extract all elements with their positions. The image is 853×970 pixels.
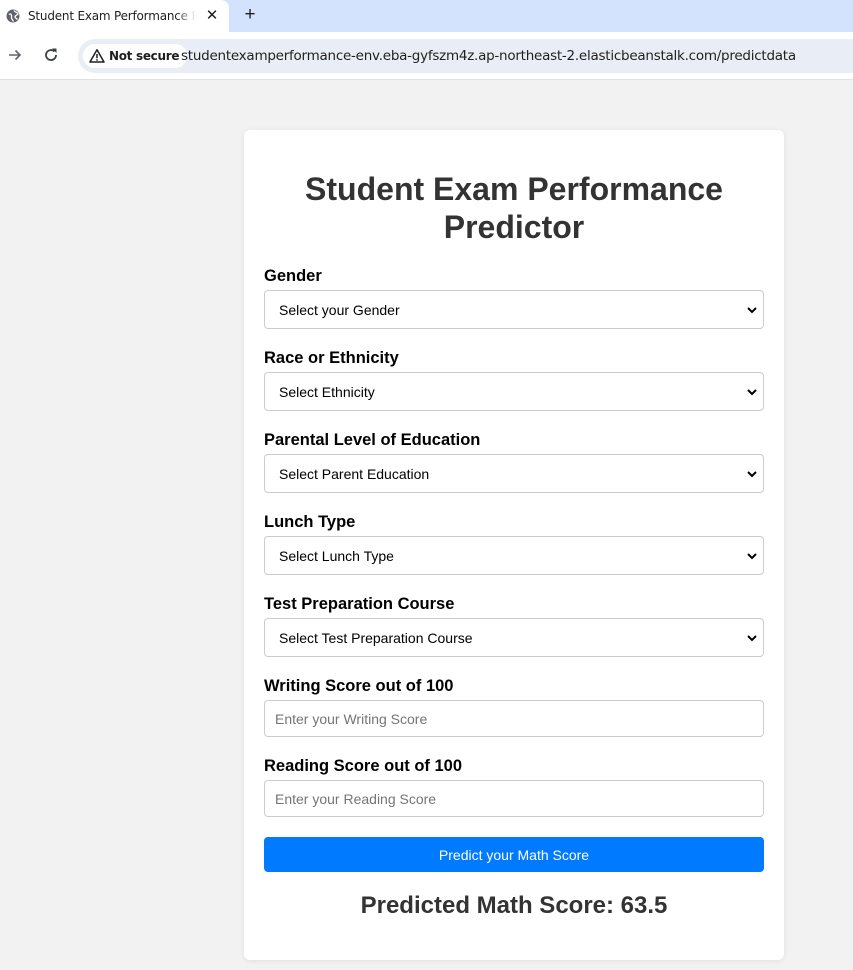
test-prep-select[interactable]: Select Test Preparation Course (264, 618, 764, 657)
gender-select-value: Select your Gender (279, 301, 400, 318)
predict-button[interactable]: Predict your Math Score (264, 837, 764, 872)
ethnicity-select-value: Select Ethnicity (279, 383, 375, 400)
predictor-card: Student Exam Performance Predictor Gende… (244, 130, 784, 960)
predicted-score-result: Predicted Math Score: 63.5 (360, 892, 668, 919)
browser-tab[interactable]: Student Exam Performance Predictor ✕ (0, 0, 229, 32)
test-prep-label: Test Preparation Course (264, 595, 455, 613)
warning-icon (89, 48, 105, 64)
writing-score-input[interactable]: Enter your Writing Score (264, 700, 764, 737)
globe-icon (6, 9, 20, 23)
ethnicity-label: Race or Ethnicity (264, 349, 399, 367)
chevron-down-icon (747, 471, 757, 478)
test-prep-select-value: Select Test Preparation Course (279, 629, 473, 646)
tab-title: Student Exam Performance Predictor (28, 9, 196, 23)
reading-score-placeholder: Enter your Reading Score (275, 790, 437, 807)
chevron-down-icon (747, 553, 757, 560)
forward-arrow-icon[interactable] (6, 46, 24, 64)
reload-icon[interactable] (42, 46, 60, 64)
lunch-type-label: Lunch Type (264, 513, 356, 531)
browser-toolbar: Not secure studentexamperformance-env.eb… (0, 32, 853, 80)
gender-select[interactable]: Select your Gender (264, 290, 764, 329)
chevron-down-icon (747, 307, 757, 314)
url-text[interactable]: studentexamperformance-env.eba-gyfszm4z.… (181, 48, 796, 64)
close-icon[interactable]: ✕ (203, 7, 221, 25)
ethnicity-select[interactable]: Select Ethnicity (264, 372, 764, 411)
page-title: Student Exam Performance Predictor (305, 171, 723, 245)
gender-label: Gender (264, 267, 322, 285)
plus-icon[interactable]: + (240, 5, 260, 25)
security-chip[interactable]: Not secure (83, 44, 188, 68)
writing-score-placeholder: Enter your Writing Score (275, 710, 428, 727)
parental-education-select[interactable]: Select Parent Education (264, 454, 764, 493)
address-bar[interactable]: Not secure studentexamperformance-env.eb… (78, 39, 853, 73)
chevron-down-icon (747, 635, 757, 642)
parental-education-select-value: Select Parent Education (279, 465, 430, 482)
chevron-down-icon (747, 389, 757, 396)
parental-education-label: Parental Level of Education (264, 431, 481, 449)
tab-strip: Student Exam Performance Predictor ✕ + (0, 0, 853, 32)
security-label: Not secure (109, 49, 180, 63)
writing-score-label: Writing Score out of 100 (264, 677, 454, 695)
reading-score-input[interactable]: Enter your Reading Score (264, 780, 764, 817)
reading-score-label: Reading Score out of 100 (264, 757, 463, 775)
lunch-type-select[interactable]: Select Lunch Type (264, 536, 764, 575)
lunch-type-select-value: Select Lunch Type (279, 547, 394, 564)
